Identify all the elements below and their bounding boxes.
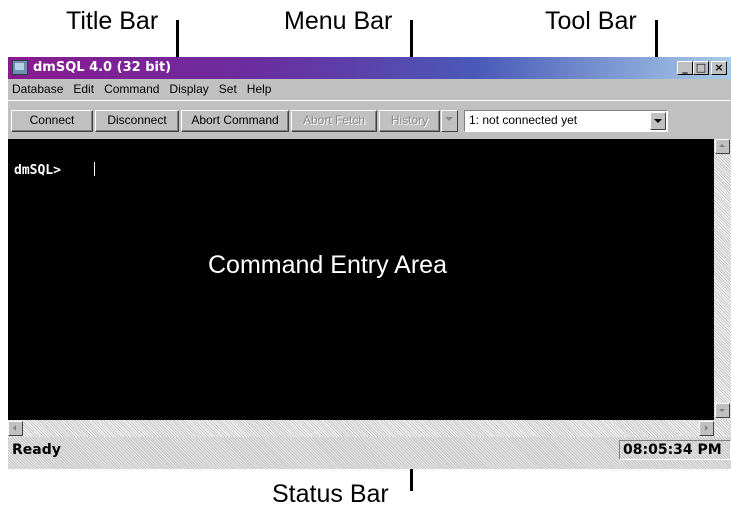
app-window: dmSQL 4.0 (32 bit) _ □ × Database Edit Com… bbox=[8, 57, 731, 469]
history-dropdown-arrow[interactable] bbox=[441, 110, 458, 132]
menu-database[interactable]: Database bbox=[8, 79, 69, 96]
menu-display[interactable]: Display bbox=[165, 79, 214, 96]
scroll-up-icon[interactable] bbox=[715, 139, 730, 154]
title-bar[interactable]: dmSQL 4.0 (32 bit) _ □ × bbox=[8, 57, 731, 79]
maximize-button[interactable]: □ bbox=[693, 61, 709, 75]
menu-help[interactable]: Help bbox=[243, 79, 278, 96]
command-prompt: dmSQL> bbox=[14, 163, 61, 178]
callout-command-entry-area: Command Entry Area bbox=[208, 251, 447, 279]
scroll-left-icon[interactable] bbox=[8, 421, 23, 436]
scroll-right-icon[interactable] bbox=[699, 421, 714, 436]
scroll-down-icon[interactable] bbox=[715, 403, 730, 418]
command-entry-area[interactable]: dmSQL> Command Entry Area bbox=[8, 139, 714, 420]
callout-menu-bar: Menu Bar bbox=[284, 7, 393, 35]
menu-command[interactable]: Command bbox=[100, 79, 165, 96]
history-button[interactable]: History bbox=[379, 110, 440, 132]
vertical-scrollbar[interactable] bbox=[714, 139, 731, 420]
app-icon[interactable] bbox=[12, 60, 28, 75]
connection-select-value: 1: not connected yet bbox=[469, 113, 578, 127]
minimize-button[interactable]: _ bbox=[677, 61, 693, 75]
menu-edit[interactable]: Edit bbox=[69, 79, 100, 96]
status-clock: 08:05:34 PM bbox=[619, 440, 731, 460]
connect-button[interactable]: Connect bbox=[11, 110, 93, 132]
callout-tool-bar: Tool Bar bbox=[545, 7, 637, 35]
tool-bar: Connect Disconnect Abort Command Abort F… bbox=[8, 100, 731, 137]
abort-fetch-button[interactable]: Abort Fetch bbox=[291, 110, 377, 132]
connection-select[interactable]: 1: not connected yet bbox=[464, 110, 668, 132]
close-button[interactable]: × bbox=[711, 61, 727, 75]
menu-bar: Database Edit Command Display Set Help bbox=[8, 79, 731, 99]
callout-title-bar: Title Bar bbox=[66, 7, 159, 35]
text-cursor bbox=[94, 162, 95, 176]
abort-command-button[interactable]: Abort Command bbox=[181, 110, 289, 132]
horizontal-scrollbar[interactable] bbox=[8, 420, 731, 437]
status-bar: Ready 08:05:34 PM bbox=[8, 437, 731, 469]
status-text: Ready bbox=[12, 442, 61, 458]
callout-status-bar: Status Bar bbox=[272, 480, 389, 508]
menu-set[interactable]: Set bbox=[215, 79, 243, 96]
window-title: dmSQL 4.0 (32 bit) bbox=[33, 60, 172, 75]
chevron-down-icon[interactable] bbox=[650, 112, 666, 130]
disconnect-button[interactable]: Disconnect bbox=[95, 110, 179, 132]
